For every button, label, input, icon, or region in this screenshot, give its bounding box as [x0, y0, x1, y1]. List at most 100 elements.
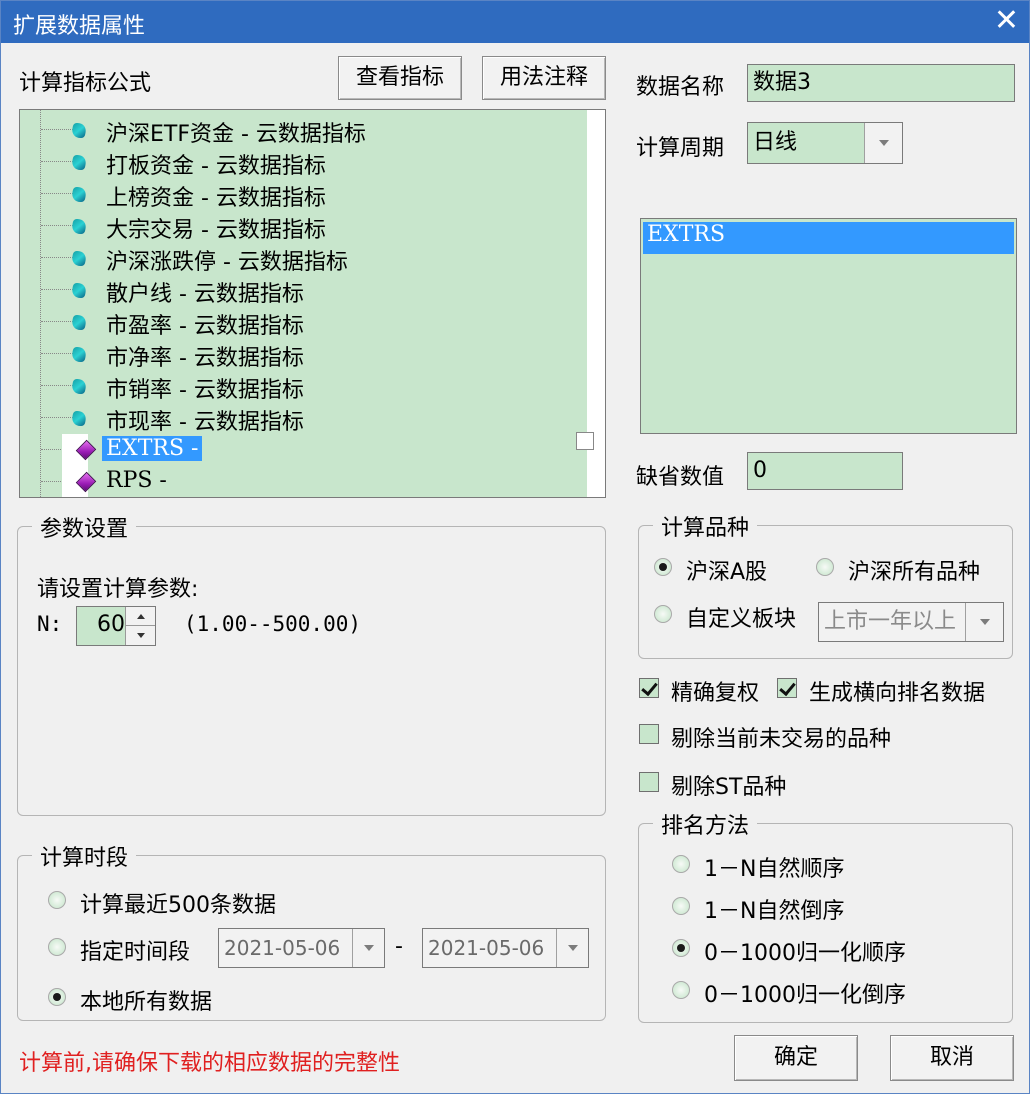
dialog-window: 扩展数据属性 ✕ 计算指标公式 查看指标 用法注释 沪深ETF资金 - 云数据指… — [0, 0, 1030, 1094]
tree-item[interactable]: 打板资金 - 云数据指标 — [20, 146, 580, 179]
checkbox-gen-rank[interactable] — [777, 678, 797, 698]
custom-block-select[interactable]: 上市一年以上 — [818, 602, 1004, 642]
tree-item-label: 市净率 - 云数据指标 — [106, 346, 304, 371]
chevron-down-icon[interactable] — [965, 603, 1003, 641]
hs-a-label: 沪深A股 — [686, 560, 768, 585]
param-n-value: 60 — [97, 612, 125, 637]
radio-rank-1[interactable] — [672, 855, 690, 873]
view-indicator-button[interactable]: 查看指标 — [338, 56, 462, 100]
radio-rank-4[interactable] — [672, 981, 690, 999]
indicator-list[interactable]: EXTRS — [640, 218, 1017, 434]
rank-3-label: 0－1000归一化顺序 — [704, 941, 906, 966]
cancel-button[interactable]: 取消 — [890, 1035, 1014, 1081]
tree-connector — [41, 385, 73, 386]
data-name-label: 数据名称 — [636, 75, 725, 100]
period-label: 计算周期 — [636, 136, 725, 161]
tree-item-label: RPS - — [106, 468, 167, 493]
period-range-group-title: 计算时段 — [32, 840, 137, 872]
period-select[interactable]: 日线 — [747, 122, 903, 164]
data-name-input[interactable]: 数据3 — [747, 64, 1015, 102]
param-n-label: N: — [37, 612, 63, 636]
tree-item-label: 上榜资金 - 云数据指标 — [106, 186, 326, 211]
radio-rank-2[interactable] — [672, 897, 690, 915]
radio-custom-block[interactable] — [654, 605, 672, 623]
checkbox-exclude-untraded[interactable] — [639, 724, 659, 744]
radio-all-local[interactable] — [48, 988, 66, 1006]
params-group: 参数设置 — [17, 511, 606, 816]
tree-item[interactable]: EXTRS - — [20, 434, 580, 466]
tree-item[interactable]: 大宗交易 - 云数据指标 — [20, 210, 580, 243]
tree-item-label: 打板资金 - 云数据指标 — [106, 154, 326, 179]
tree-item[interactable]: 市净率 - 云数据指标 — [20, 338, 580, 371]
radio-date-range[interactable] — [48, 938, 66, 956]
tree-item[interactable]: 散户线 - 云数据指标 — [20, 274, 580, 307]
param-n-input[interactable]: 60 — [76, 606, 156, 646]
rank-1-label: 1－N自然顺序 — [704, 857, 845, 882]
radio-hs-all[interactable] — [816, 558, 834, 576]
all-local-label: 本地所有数据 — [80, 990, 213, 1015]
tree-item-label: 沪深ETF资金 - 云数据指标 — [106, 122, 366, 147]
tree-connector — [41, 225, 73, 226]
chevron-down-icon[interactable] — [556, 929, 588, 967]
leaf-icon — [70, 187, 88, 202]
close-icon[interactable]: ✕ — [994, 3, 1019, 39]
params-prompt: 请设置计算参数: — [37, 577, 199, 602]
custom-block-label: 自定义板块 — [686, 607, 797, 632]
tree-connector — [41, 129, 73, 130]
period-select-value: 日线 — [753, 130, 798, 155]
list-item[interactable]: EXTRS — [643, 222, 1014, 254]
usage-notes-button[interactable]: 用法注释 — [482, 56, 606, 100]
custom-block-value: 上市一年以上 — [824, 609, 957, 634]
exact-adjust-label: 精确复权 — [671, 681, 760, 706]
start-date-value: 2021-05-06 — [224, 936, 341, 960]
date-range-dash: - — [395, 934, 403, 959]
leaf-icon — [70, 315, 88, 330]
chevron-down-icon[interactable] — [864, 123, 902, 163]
tree-scroll-box[interactable] — [576, 432, 594, 450]
tree-item[interactable]: 市销率 - 云数据指标 — [20, 370, 580, 403]
ok-button[interactable]: 确定 — [734, 1035, 858, 1081]
tree-connector — [41, 257, 73, 258]
tree-connector — [41, 417, 73, 418]
leaf-icon — [70, 251, 88, 266]
leaf-icon — [70, 347, 88, 362]
spin-up-icon[interactable] — [125, 607, 155, 626]
params-group-title: 参数设置 — [32, 511, 137, 543]
leaf-icon — [70, 155, 88, 170]
tree-item-label: 大宗交易 - 云数据指标 — [106, 218, 326, 243]
tree-item[interactable]: RPS - — [20, 466, 580, 497]
chevron-down-icon[interactable] — [352, 929, 384, 967]
tree-connector — [41, 353, 73, 354]
checkbox-exclude-st[interactable] — [639, 772, 659, 792]
rank-group-title: 排名方法 — [653, 808, 758, 840]
radio-hs-a[interactable] — [654, 558, 672, 576]
tree-connector — [41, 321, 73, 322]
indicator-tree[interactable]: 沪深ETF资金 - 云数据指标 打板资金 - 云数据指标 上榜资金 - 云数据指标大… — [19, 109, 606, 498]
leaf-icon — [70, 379, 88, 394]
radio-recent-500[interactable] — [48, 891, 66, 909]
end-date-select[interactable]: 2021-05-06 — [422, 928, 589, 968]
title-bar[interactable]: 扩展数据属性 ✕ — [1, 1, 1029, 43]
param-n-range: (1.00--500.00) — [184, 612, 362, 636]
date-range-label: 指定时间段 — [80, 940, 191, 965]
leaf-icon — [70, 411, 88, 426]
gen-rank-label: 生成横向排名数据 — [809, 681, 986, 706]
exclude-st-label: 剔除ST品种 — [671, 775, 787, 800]
radio-rank-3[interactable] — [672, 939, 690, 957]
default-value-input[interactable]: 0 — [747, 452, 903, 490]
checkbox-exact-adjust[interactable] — [639, 678, 659, 698]
tree-item-label: 市销率 - 云数据指标 — [106, 378, 304, 403]
tree-item-label: 散户线 - 云数据指标 — [106, 282, 304, 307]
tree-item[interactable]: 上榜资金 - 云数据指标 — [20, 178, 580, 211]
tree-item[interactable]: 市盈率 - 云数据指标 — [20, 306, 580, 339]
tree-item[interactable]: 沪深涨跌停 - 云数据指标 — [20, 242, 580, 275]
default-value-label: 缺省数值 — [636, 465, 725, 490]
tree-item-label: 市盈率 - 云数据指标 — [106, 314, 304, 339]
variety-group-title: 计算品种 — [653, 510, 758, 542]
tree-item[interactable]: 市现率 - 云数据指标 — [20, 402, 580, 435]
recent-500-label: 计算最近500条数据 — [80, 893, 276, 918]
tree-connector — [41, 161, 73, 162]
start-date-select[interactable]: 2021-05-06 — [218, 928, 385, 968]
tree-item[interactable]: 沪深ETF资金 - 云数据指标 — [20, 114, 580, 147]
spin-down-icon[interactable] — [125, 626, 155, 645]
